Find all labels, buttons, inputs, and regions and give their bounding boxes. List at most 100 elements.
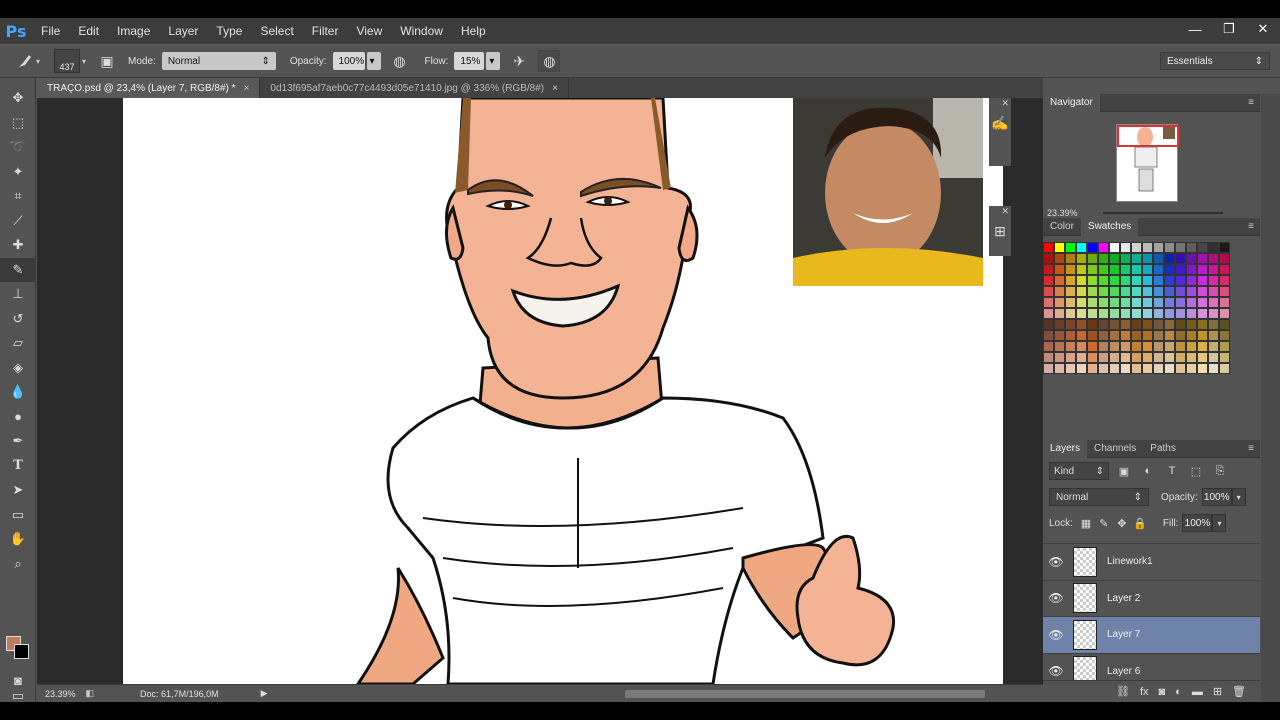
close-button[interactable]: ✕ [1246,18,1280,40]
color-swatch[interactable] [1197,297,1208,308]
panel-menu-icon[interactable]: ≡ [1248,221,1254,232]
color-swatch[interactable] [1142,275,1153,286]
color-swatch[interactable] [1087,286,1098,297]
color-swatch[interactable] [1208,341,1219,352]
airbrush-icon[interactable]: ✈ [508,50,530,72]
color-swatch[interactable] [1153,319,1164,330]
color-swatch[interactable] [1109,286,1120,297]
color-swatch[interactable] [1175,242,1186,253]
color-swatch[interactable] [1120,286,1131,297]
color-swatch[interactable] [1131,253,1142,264]
chevron-down-icon[interactable]: ▾ [1212,514,1227,532]
color-swatch[interactable] [1043,352,1054,363]
hand-icon[interactable]: ✋ [0,527,36,552]
flow-dropdown[interactable]: ▾ [486,52,501,70]
color-swatch[interactable] [1076,319,1087,330]
stamp-icon[interactable]: ⊥ [0,282,36,307]
color-swatch[interactable] [1197,264,1208,275]
lock-all-icon[interactable]: 🔒 [1131,514,1149,532]
color-swatch[interactable] [1197,253,1208,264]
color-swatch[interactable] [1208,319,1219,330]
menu-filter[interactable]: Filter [303,18,348,44]
color-swatch[interactable] [1197,242,1208,253]
status-menu-arrow-icon[interactable]: ▶ [261,688,268,699]
color-swatch[interactable] [1153,275,1164,286]
color-swatch[interactable] [1186,242,1197,253]
color-swatch[interactable] [1065,253,1076,264]
color-swatch[interactable] [1043,242,1054,253]
color-swatch[interactable] [1087,341,1098,352]
color-swatch[interactable] [1208,363,1219,374]
color-swatch[interactable] [1175,330,1186,341]
opacity-dropdown[interactable]: ▾ [366,52,381,70]
color-swatch[interactable] [1098,297,1109,308]
color-swatch[interactable] [1153,330,1164,341]
trash-icon[interactable]: 🗑 [1232,685,1246,698]
color-swatch[interactable] [1098,308,1109,319]
color-swatch[interactable] [1131,297,1142,308]
color-swatch[interactable] [1076,242,1087,253]
color-swatch[interactable] [1131,352,1142,363]
color-swatch[interactable] [1098,264,1109,275]
color-swatch[interactable] [1208,286,1219,297]
navigator-view-box[interactable] [1117,125,1179,147]
color-swatch[interactable] [1087,242,1098,253]
color-swatch[interactable] [1164,341,1175,352]
color-swatch[interactable] [1208,242,1219,253]
color-swatch[interactable] [1208,308,1219,319]
filter-smart-object-icon[interactable]: ⎘ [1211,462,1229,480]
menu-select[interactable]: Select [251,18,302,44]
chevron-down-icon[interactable]: ▾ [82,57,86,66]
color-swatch[interactable] [1087,253,1098,264]
tab-layers[interactable]: Layers [1043,439,1088,458]
layer-row[interactable]: 👁 Linework1 [1043,544,1260,581]
restore-button[interactable]: ❐ [1212,18,1246,40]
menu-layer[interactable]: Layer [159,18,207,44]
eye-icon[interactable]: 👁 [1043,664,1069,678]
brush-preset-icon[interactable] [14,50,36,72]
background-color-swatch[interactable] [14,644,29,659]
color-swatch[interactable] [1175,286,1186,297]
healing-brush-icon[interactable]: ✚ [0,233,36,258]
color-swatch[interactable] [1219,330,1230,341]
color-swatch[interactable] [1186,330,1197,341]
color-swatch[interactable] [1065,319,1076,330]
color-swatch[interactable] [1219,363,1230,374]
color-swatch[interactable] [1142,264,1153,275]
crop-icon[interactable]: ⌗ [0,184,36,209]
color-swatch[interactable] [1109,242,1120,253]
type-icon[interactable]: T [0,454,36,479]
color-swatch[interactable] [1043,297,1054,308]
history-brush-icon[interactable]: ↺ [0,307,36,332]
color-swatch[interactable] [1043,363,1054,374]
color-swatch[interactable] [1098,275,1109,286]
tab-paths[interactable]: Paths [1143,440,1183,458]
canvas-area[interactable]: ✕ ✍ ✕ ⊞ [37,98,1043,684]
color-swatch[interactable] [1120,308,1131,319]
layer-style-icon[interactable]: fx [1140,686,1149,698]
color-swatch[interactable] [1153,352,1164,363]
color-swatch[interactable] [1153,297,1164,308]
color-swatch[interactable] [1219,308,1230,319]
color-swatch[interactable] [1142,363,1153,374]
color-swatch[interactable] [1076,363,1087,374]
color-swatch[interactable] [1076,264,1087,275]
color-swatch[interactable] [1054,352,1065,363]
color-swatch[interactable] [1142,330,1153,341]
navigator-zoom[interactable]: 23.39% [1047,208,1078,218]
color-swatch[interactable] [1098,341,1109,352]
path-select-icon[interactable]: ➤ [0,478,36,503]
menu-edit[interactable]: Edit [69,18,108,44]
brush-size-picker[interactable]: 437 [54,49,81,73]
color-swatch[interactable] [1153,242,1164,253]
color-swatch[interactable] [1054,286,1065,297]
color-swatch[interactable] [1219,264,1230,275]
color-swatch[interactable] [1054,264,1065,275]
menu-window[interactable]: Window [391,18,452,44]
color-swatch[interactable] [1087,275,1098,286]
color-swatch[interactable] [1219,253,1230,264]
marquee-icon[interactable]: ⬚ [0,111,36,136]
color-swatch[interactable] [1153,286,1164,297]
color-swatch[interactable] [1043,341,1054,352]
color-swatch[interactable] [1142,341,1153,352]
